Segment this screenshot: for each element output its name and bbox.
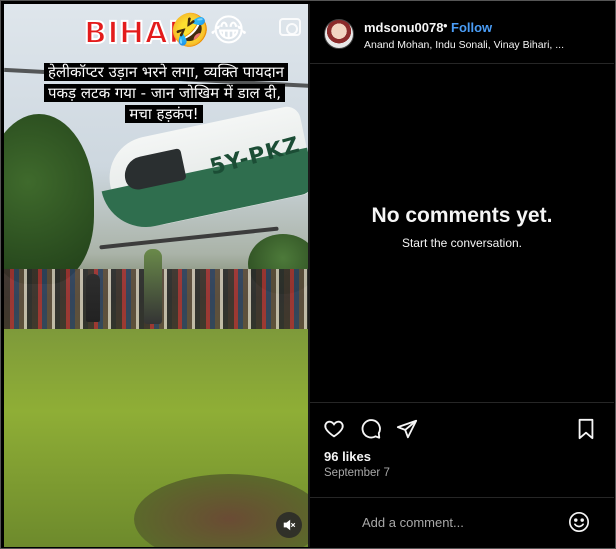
post-sidebar: mdsonu0078 • Follow Anand Mohan, Indu So… — [310, 4, 614, 547]
video-caption: हेलीकॉप्टर उड़ान भरने लगा, व्यक्ति पायदा… — [44, 62, 288, 125]
comment-composer — [310, 497, 614, 546]
like-button[interactable] — [322, 417, 346, 441]
camera-icon — [279, 18, 301, 36]
likes-count[interactable]: 96 likes — [324, 449, 371, 464]
smiley-icon — [569, 512, 589, 532]
caption-text: हेलीकॉप्टर उड़ान भरने लगा, व्यक्ति पायदा… — [44, 63, 288, 123]
post-header: mdsonu0078 • Follow Anand Mohan, Indu So… — [310, 4, 614, 64]
action-section: 96 likes September 7 — [310, 402, 614, 547]
mute-button[interactable] — [276, 512, 302, 538]
comment-button[interactable] — [359, 417, 383, 441]
video-player[interactable]: 5Y-PKZ BIHAR 🤣 😂 हेलीकॉप्टर उड़ान भरने ल… — [4, 4, 308, 547]
follow-button[interactable]: Follow — [451, 20, 492, 35]
separator-dot: • — [443, 18, 448, 33]
tree-background — [4, 114, 94, 284]
empty-comments-title: No comments yet. — [371, 204, 553, 227]
comment-icon — [361, 419, 381, 439]
bookmark-icon — [578, 418, 594, 440]
overlay-emoji: 😂 — [210, 12, 248, 48]
overlay-emoji: 🤣 — [170, 12, 210, 48]
heart-icon — [324, 420, 344, 438]
speaker-muted-icon — [283, 519, 296, 531]
emoji-picker-button[interactable] — [567, 510, 591, 534]
person-hanging — [144, 249, 162, 324]
comment-input[interactable] — [362, 512, 562, 532]
save-button[interactable] — [574, 417, 598, 441]
share-icon — [396, 419, 418, 439]
avatar[interactable] — [324, 19, 354, 49]
helicopter-skid — [99, 226, 279, 250]
post-date[interactable]: September 7 — [324, 467, 390, 479]
empty-comments-subtitle: Start the conversation. — [401, 236, 523, 250]
post-modal: 5Y-PKZ BIHAR 🤣 😂 हेलीकॉप्टर उड़ान भरने ल… — [0, 0, 616, 549]
person-standing — [86, 274, 100, 322]
share-button[interactable] — [395, 417, 419, 441]
audio-attribution-link[interactable]: Anand Mohan, Indu Sonali, Vinay Bihari, … — [364, 39, 564, 51]
username-link[interactable]: mdsonu0078 — [364, 20, 443, 35]
